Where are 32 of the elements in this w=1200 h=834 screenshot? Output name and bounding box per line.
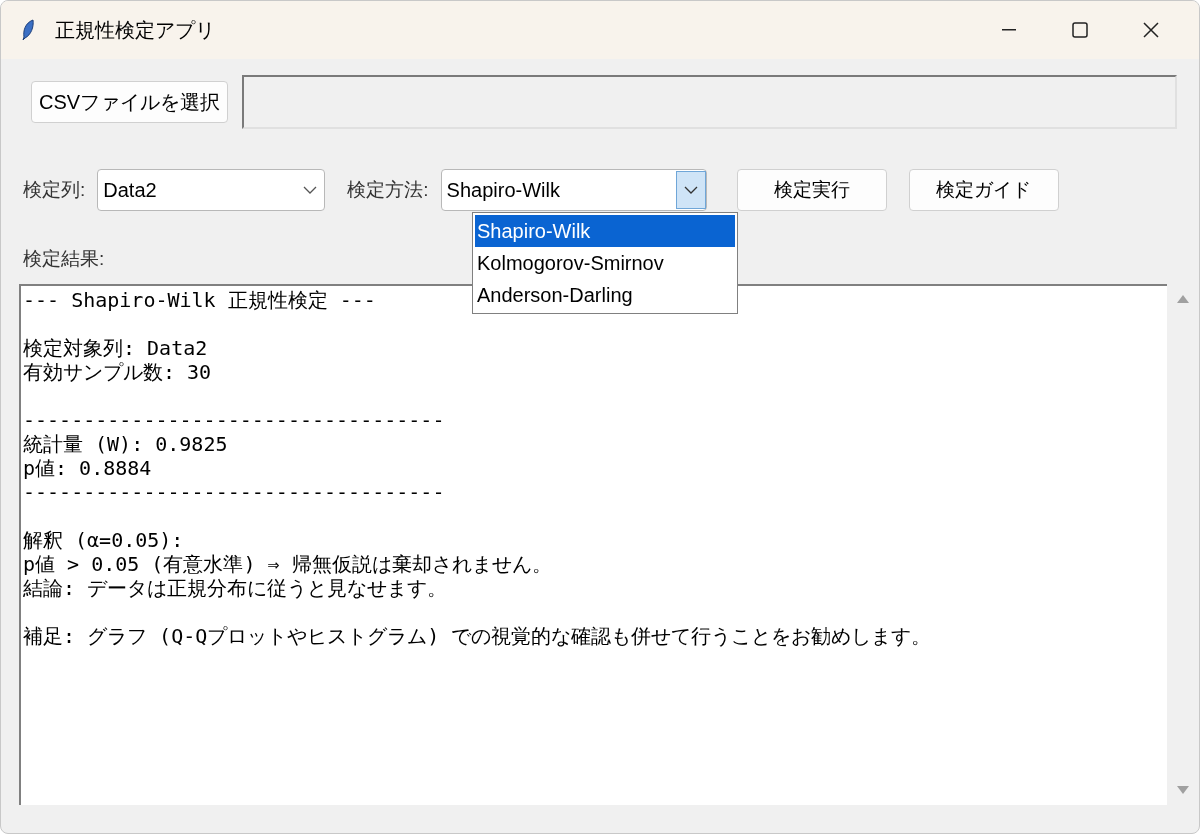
file-path-field[interactable]: [242, 75, 1177, 129]
window-title: 正規性検定アプリ: [55, 18, 215, 43]
scroll-up-icon: [1177, 293, 1189, 303]
select-csv-button[interactable]: CSVファイルを選択: [31, 81, 229, 123]
result-line: 補足: グラフ (Q-Qプロットやヒストグラム) での視覚的な確認も併せて行うことをお勧めします。: [23, 623, 932, 648]
test-guide-button[interactable]: 検定ガイド: [908, 169, 1059, 211]
maximize-icon: [1072, 22, 1088, 38]
column-dropdown[interactable]: Data2: [97, 169, 326, 211]
column-label: 検定列:: [23, 177, 86, 202]
results-label: 検定結果:: [23, 247, 105, 271]
result-line: 検定対象列: Data2: [23, 335, 208, 360]
scroll-down-icon: [1177, 786, 1189, 795]
minimize-icon: [1002, 29, 1016, 31]
dropdown-arrow-button[interactable]: [675, 171, 706, 209]
result-line: 統計量 (W): 0.9825: [23, 431, 228, 456]
result-line: 結論: データは正規分布に従うと見なせます。: [23, 575, 448, 600]
method-label: 検定方法:: [347, 177, 429, 202]
result-line: p値 > 0.05 (有意水準) ⇒ 帰無仮説は棄却されません。: [23, 551, 552, 576]
chevron-down-icon: [303, 186, 318, 194]
result-line: 有効サンプル数: 30: [23, 359, 212, 384]
result-line: -----------------------------------: [23, 479, 445, 504]
close-icon: [1143, 22, 1159, 38]
dropdown-option[interactable]: Shapiro-Wilk: [475, 215, 735, 247]
result-line: 解釈 (α=0.05):: [23, 527, 184, 552]
result-line: p値: 0.8884: [23, 455, 152, 480]
chevron-down-icon: [683, 186, 698, 194]
result-line: -----------------------------------: [23, 407, 445, 432]
result-line: --- Shapiro-Wilk 正規性検定 ---: [23, 287, 376, 312]
feather-icon: [21, 19, 35, 41]
results-text-area[interactable]: [19, 283, 1167, 805]
run-test-button[interactable]: 検定実行: [736, 169, 887, 211]
method-dropdown[interactable]: Shapiro-Wilk: [440, 169, 707, 211]
